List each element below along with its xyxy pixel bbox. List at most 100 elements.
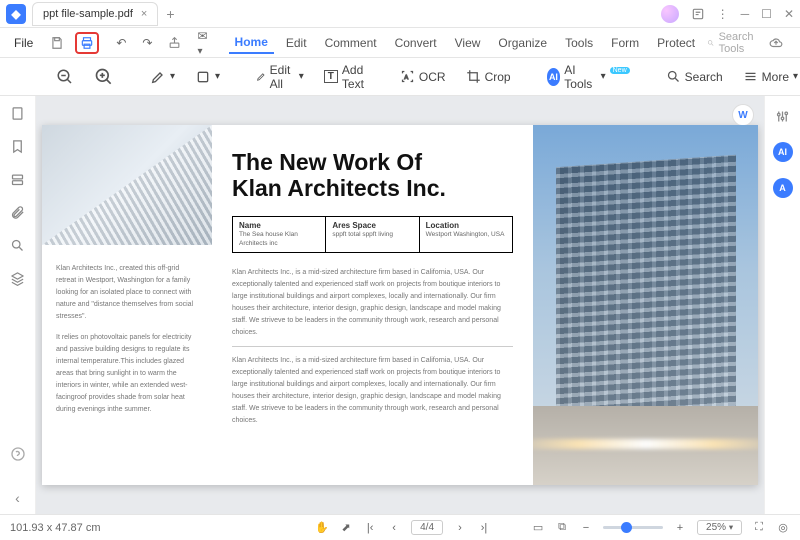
page-center-column: The New Work Of Klan Architects Inc. Nam…: [212, 125, 533, 485]
redo-icon[interactable]: ↷: [137, 33, 157, 53]
page-total: /4: [426, 522, 434, 533]
zoom-minus-icon[interactable]: −: [579, 522, 593, 534]
svg-text:A: A: [404, 75, 408, 81]
menu-organize[interactable]: Organize: [492, 33, 553, 53]
menu-form[interactable]: Form: [605, 33, 645, 53]
collapse-left-icon[interactable]: ‹: [15, 490, 20, 506]
account-orb-icon[interactable]: [661, 5, 679, 23]
help-icon[interactable]: [10, 446, 26, 462]
kebab-menu-icon[interactable]: ⋮: [717, 7, 729, 21]
bookmark-icon[interactable]: [10, 139, 25, 154]
info-table: NameThe Sea house Klan Architects inc Ar…: [232, 216, 513, 253]
first-page-icon[interactable]: |‹: [363, 522, 377, 534]
menu-file[interactable]: File: [8, 33, 39, 53]
table-name-value: The Sea house Klan Architects inc: [239, 230, 319, 248]
maximize-button[interactable]: ☐: [761, 7, 772, 21]
highlighter-icon[interactable]: ▾: [144, 65, 181, 89]
table-location-value: Westport Washington, USA: [426, 230, 506, 239]
page-left-column: Klan Architects Inc., created this off-g…: [42, 125, 212, 485]
crop-label: Crop: [485, 70, 511, 84]
body-paragraph-1: Klan Architects Inc., is a mid-sized arc…: [232, 267, 513, 338]
edit-all-label: Edit All: [270, 63, 295, 91]
add-tab-button[interactable]: +: [166, 6, 174, 22]
minimize-button[interactable]: ─: [741, 7, 750, 21]
menu-tools[interactable]: Tools: [559, 33, 599, 53]
menu-comment[interactable]: Comment: [319, 33, 383, 53]
page: Klan Architects Inc., created this off-g…: [42, 125, 758, 485]
more-button[interactable]: More▾: [737, 65, 800, 88]
select-tool-icon[interactable]: ⬈: [339, 521, 353, 534]
zoom-plus-icon[interactable]: +: [673, 522, 687, 534]
search-panel-icon[interactable]: [10, 238, 25, 253]
hand-tool-icon[interactable]: ✋: [315, 521, 329, 534]
ai-tools-button[interactable]: AIAI Tools▾New: [541, 59, 636, 95]
table-location-label: Location: [426, 221, 506, 230]
notes-icon[interactable]: [691, 7, 705, 21]
assistant-panel-icon[interactable]: A: [773, 178, 793, 198]
menu-home[interactable]: Home: [229, 32, 274, 54]
read-mode-icon[interactable]: ◎: [776, 521, 790, 534]
layers-icon[interactable]: [10, 271, 25, 286]
table-area-value: sppft total sppft living: [332, 230, 412, 239]
thumbnails-icon[interactable]: [10, 106, 25, 121]
fit-width-icon[interactable]: ▭: [531, 521, 545, 534]
close-window-button[interactable]: ✕: [784, 7, 794, 21]
fit-page-icon[interactable]: ⧉: [555, 521, 569, 534]
zoom-in-icon[interactable]: [88, 63, 120, 91]
undo-icon[interactable]: ↶: [111, 33, 131, 53]
ocr-button[interactable]: AOCR: [394, 65, 452, 88]
ai-panel-icon[interactable]: AI: [773, 142, 793, 162]
headline-line-1: The New Work Of: [232, 149, 513, 175]
menu-convert[interactable]: Convert: [389, 33, 443, 53]
tab-title: ppt file-sample.pdf: [43, 8, 133, 20]
last-page-icon[interactable]: ›|: [477, 522, 491, 534]
mail-icon[interactable]: ✉▾: [192, 26, 212, 60]
zoom-value: 25%: [706, 522, 726, 533]
chevron-down-icon[interactable]: ⌄: [794, 33, 800, 53]
page-indicator[interactable]: 4/4: [411, 520, 443, 535]
zoom-slider[interactable]: [603, 526, 663, 529]
word-export-chip[interactable]: W: [732, 104, 754, 126]
sidebar-left: ‹: [0, 96, 36, 514]
document-tab[interactable]: ppt file-sample.pdf ×: [32, 2, 158, 26]
menu-edit[interactable]: Edit: [280, 33, 313, 53]
save-icon[interactable]: [45, 33, 69, 53]
body-paragraph-2: Klan Architects Inc., is a mid-sized arc…: [232, 355, 513, 426]
comments-icon[interactable]: [10, 172, 25, 187]
title-bar: ◆ ppt file-sample.pdf × + ⋮ ─ ☐ ✕: [0, 0, 800, 28]
prev-page-icon[interactable]: ‹: [387, 522, 401, 534]
divider: [232, 346, 513, 347]
search-tools[interactable]: Search Tools: [707, 31, 758, 55]
close-tab-icon[interactable]: ×: [141, 8, 147, 20]
status-bar: 101.93 x 47.87 cm ✋ ⬈ |‹ ‹ 4/4 › ›| ▭ ⧉ …: [0, 514, 800, 540]
zoom-out-icon[interactable]: [50, 64, 80, 90]
cloud-upload-icon[interactable]: [764, 33, 788, 53]
print-icon[interactable]: [75, 32, 99, 54]
main-area: ‹ W Klan Architects Inc., created this o…: [0, 96, 800, 514]
menu-bar: File ↶ ↷ ✉▾ Home Edit Comment Convert Vi…: [0, 28, 800, 58]
table-area-label: Ares Space: [332, 221, 412, 230]
zoom-level[interactable]: 25% ▾: [697, 520, 742, 535]
attachment-icon[interactable]: [10, 205, 25, 220]
crop-button[interactable]: Crop: [460, 65, 517, 88]
app-logo: ◆: [6, 4, 26, 24]
ai-tools-label: AI Tools: [564, 63, 596, 91]
building-image-right: [533, 125, 758, 485]
search-label: Search: [685, 70, 723, 84]
fullscreen-icon[interactable]: ⛶: [752, 521, 766, 534]
home-toolbar: ▾ ▾ Edit All▾ TAdd Text AOCR Crop AIAI T…: [0, 58, 800, 96]
table-name-label: Name: [239, 221, 319, 230]
add-text-button[interactable]: TAdd Text: [318, 59, 370, 95]
zoom-thumb[interactable]: [621, 522, 632, 533]
share-icon[interactable]: [163, 33, 186, 52]
menu-view[interactable]: View: [449, 33, 487, 53]
new-badge: New: [610, 67, 630, 74]
settings-sliders-icon[interactable]: [773, 106, 793, 126]
next-page-icon[interactable]: ›: [453, 522, 467, 534]
shape-icon[interactable]: ▾: [189, 65, 226, 89]
document-canvas[interactable]: W Klan Architects Inc., created this off…: [36, 96, 764, 514]
sidebar-right: AI A: [764, 96, 800, 514]
search-button[interactable]: Search: [660, 65, 729, 88]
edit-all-button[interactable]: Edit All▾: [250, 59, 310, 95]
menu-protect[interactable]: Protect: [651, 33, 701, 53]
